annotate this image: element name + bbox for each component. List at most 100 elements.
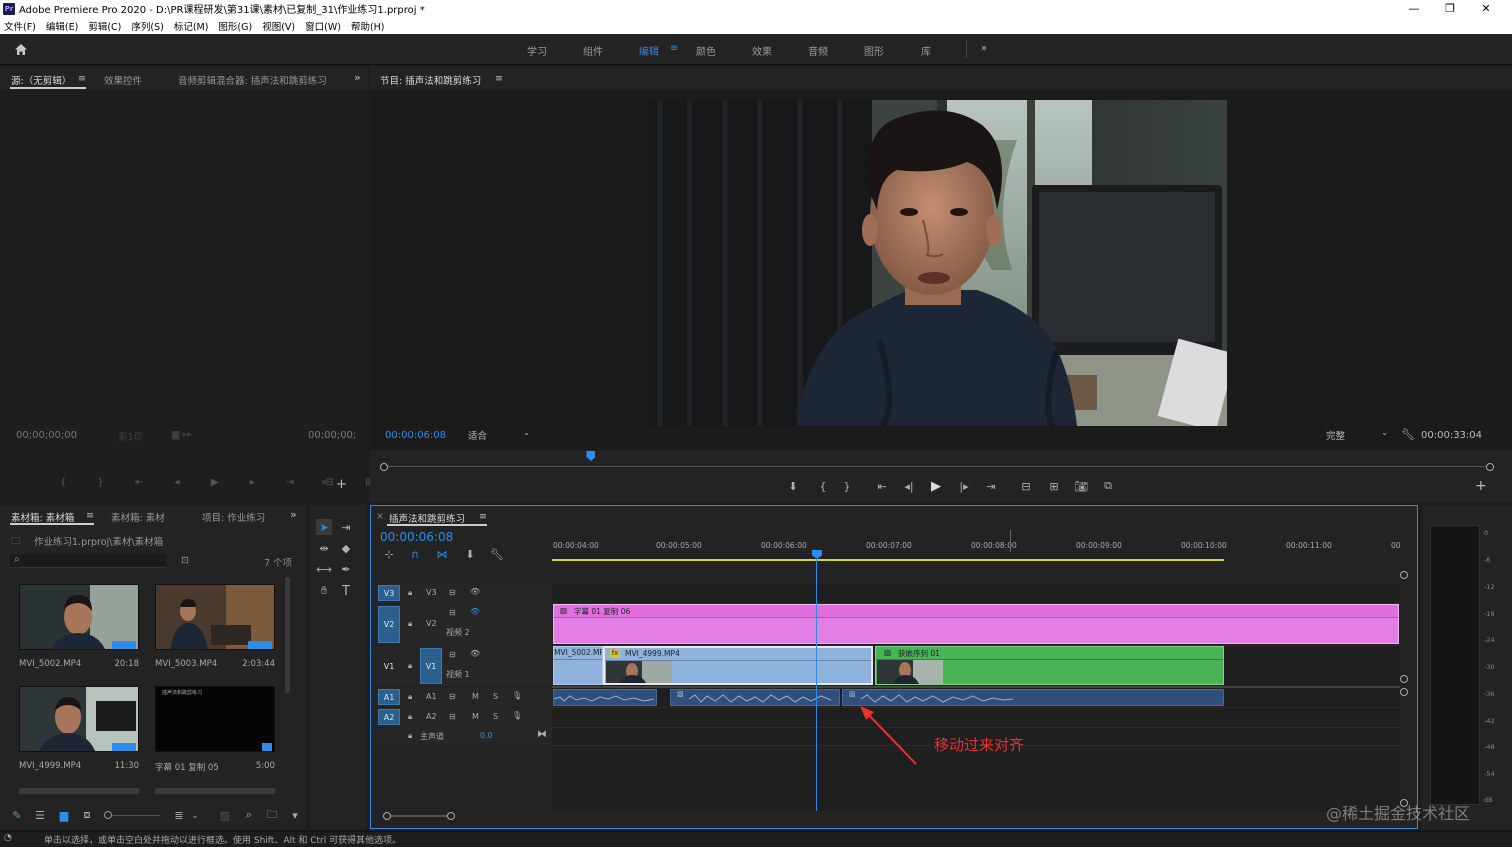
panel-overflow-icon[interactable]: » bbox=[290, 508, 297, 521]
scrub-end-handle[interactable] bbox=[1486, 463, 1494, 471]
menu-help[interactable]: 帮助(H) bbox=[351, 19, 385, 33]
list-view-icon[interactable]: ☰ bbox=[33, 807, 47, 823]
timeline-timecode[interactable]: 00:00:06:08 bbox=[380, 530, 453, 544]
eye-off-icon[interactable]: 👁︎ bbox=[470, 607, 480, 616]
bin-tab-menu-icon[interactable]: ≡ bbox=[86, 510, 94, 521]
linked-selection-icon[interactable]: ⋈ bbox=[435, 546, 449, 562]
hand-tool-icon[interactable]: ✋︎ bbox=[316, 583, 332, 599]
quality-dropdown[interactable]: 完整 ⌄ bbox=[1326, 428, 1390, 442]
pen-tool-icon[interactable]: ✒ bbox=[338, 561, 354, 577]
workspace-effects[interactable]: 效果 bbox=[752, 43, 772, 58]
lock-icon[interactable]: 🔒︎ bbox=[408, 731, 412, 741]
tab-source[interactable]: 源:（无剪辑） bbox=[11, 73, 71, 87]
nest-sequence-icon[interactable]: ⊹ bbox=[382, 546, 396, 562]
clip-mvi-4999[interactable]: fx MVI_4999.MP4 bbox=[603, 646, 873, 685]
mark-out-icon[interactable]: } bbox=[840, 478, 854, 494]
sync-lock-icon[interactable]: ⊟ bbox=[449, 692, 456, 701]
timeline-settings-icon[interactable]: 🔧︎ bbox=[490, 546, 504, 562]
tab-bin-material[interactable]: 素材箱: 素材 bbox=[111, 510, 165, 524]
workspace-color[interactable]: 颜色 bbox=[696, 43, 716, 58]
workspace-learn[interactable]: 学习 bbox=[527, 43, 547, 58]
thumbnail-mvi-5002[interactable] bbox=[19, 584, 139, 650]
menu-view[interactable]: 视图(V) bbox=[262, 19, 295, 33]
project-scrollbar[interactable] bbox=[285, 577, 290, 693]
add-marker-icon[interactable]: ⬇︎ bbox=[786, 478, 800, 494]
solo-button[interactable]: S bbox=[493, 712, 498, 721]
workspace-audio[interactable]: 音频 bbox=[808, 43, 828, 58]
sync-lock-icon[interactable]: ⊟ bbox=[449, 588, 456, 597]
clip-title-06[interactable]: ▨ 字幕 01 复制 06 bbox=[553, 604, 1399, 644]
sync-lock-icon[interactable]: ⊟ bbox=[449, 650, 456, 659]
v1-target-toggle[interactable]: V1 bbox=[420, 648, 442, 684]
workspace-libraries[interactable]: 库 bbox=[921, 43, 931, 58]
audio-clip-mvi-5002[interactable] bbox=[553, 689, 657, 706]
eye-icon[interactable]: 👁︎ bbox=[470, 649, 480, 658]
project-search-input[interactable]: ⌕ bbox=[10, 554, 166, 568]
go-to-end-icon[interactable]: ⧓ bbox=[537, 729, 547, 740]
type-tool-icon[interactable]: T bbox=[338, 583, 354, 599]
menu-markers[interactable]: 标记(M) bbox=[174, 19, 209, 33]
program-tab-menu-icon[interactable]: ≡ bbox=[495, 73, 503, 84]
fit-dropdown[interactable]: 适合 ⌄ bbox=[468, 428, 532, 442]
workspace-editing[interactable]: 编辑 bbox=[639, 43, 659, 58]
tab-sequence[interactable]: 插声法和跳剪练习 bbox=[389, 511, 465, 525]
workspace-assembly[interactable]: 组件 bbox=[583, 43, 603, 58]
track-select-tool-icon[interactable]: ⇥ bbox=[338, 519, 354, 535]
workspace-menu-icon[interactable]: ≡ bbox=[670, 43, 678, 54]
close-tab-icon[interactable]: × bbox=[376, 511, 384, 522]
minimize-icon[interactable]: — bbox=[1396, 0, 1432, 17]
program-add-button-icon[interactable]: + bbox=[1475, 478, 1487, 494]
menu-graphics[interactable]: 图形(G) bbox=[218, 19, 252, 33]
sync-lock-icon[interactable]: ⊟ bbox=[449, 608, 456, 617]
program-scrub-bar[interactable] bbox=[380, 451, 1494, 471]
v3-source-patch[interactable]: V3 bbox=[378, 585, 400, 601]
v2-source-patch[interactable]: V2 bbox=[378, 606, 400, 643]
scrub-start-handle[interactable] bbox=[380, 463, 388, 471]
horizontal-zoom-scrollbar[interactable] bbox=[383, 811, 457, 821]
source-more-icon[interactable]: » bbox=[321, 477, 327, 488]
new-bin-icon[interactable]: 🗀︎ bbox=[265, 807, 279, 823]
source-tab-menu-icon[interactable]: ≡ bbox=[78, 73, 86, 84]
lock-icon[interactable]: 🔒︎ bbox=[408, 661, 412, 671]
snap-icon[interactable]: ∩ bbox=[408, 546, 422, 562]
mute-button[interactable]: M bbox=[472, 692, 479, 701]
lift-icon[interactable]: ⊟ bbox=[1018, 478, 1034, 494]
add-marker-icon[interactable]: ⬇︎ bbox=[463, 546, 477, 562]
menu-file[interactable]: 文件(F) bbox=[4, 19, 36, 33]
v1-source-patch[interactable]: V1 bbox=[378, 648, 400, 684]
workspace-graphics[interactable]: 图形 bbox=[864, 43, 884, 58]
program-timecode[interactable]: 00:00:06:08 bbox=[385, 430, 446, 441]
sort-icon[interactable]: ≣ bbox=[172, 807, 186, 823]
chevron-down-icon[interactable]: ⌄ bbox=[190, 807, 200, 823]
thumbnail-mvi-5003[interactable] bbox=[155, 584, 275, 650]
clip-mvi-5002[interactable]: MVI_5002.MP4 bbox=[553, 646, 603, 685]
wrench-icon[interactable]: 🔧︎ bbox=[1401, 428, 1415, 441]
play-icon[interactable]: ▶ bbox=[929, 478, 943, 494]
thumbnail-title-05[interactable]: 插声法和跳剪练习 bbox=[155, 686, 275, 752]
lock-icon[interactable]: 🔒︎ bbox=[408, 712, 412, 722]
razor-tool-icon[interactable]: ◆ bbox=[338, 540, 354, 556]
ripple-edit-tool-icon[interactable]: ⇹ bbox=[316, 540, 332, 556]
source-add-button-icon[interactable]: + bbox=[336, 477, 347, 492]
export-frame-icon[interactable]: 📷︎ bbox=[1073, 478, 1089, 494]
vertical-zoom-scrollbar[interactable] bbox=[1399, 569, 1409, 809]
zoom-slider-track[interactable] bbox=[112, 815, 160, 816]
find-icon[interactable]: ⌕ bbox=[242, 807, 256, 823]
source-timecode[interactable]: 00;00;00;00 bbox=[16, 430, 77, 441]
extract-icon[interactable]: ⊞ bbox=[1046, 478, 1062, 494]
close-icon[interactable]: ✕ bbox=[1468, 0, 1504, 17]
comparison-view-icon[interactable]: ⧉ bbox=[1100, 478, 1116, 494]
go-to-in-icon[interactable]: ⇤ bbox=[875, 478, 889, 494]
clip-nested-sequence-01[interactable]: ▨ 获嵌序列 01 bbox=[875, 646, 1224, 685]
menu-edit[interactable]: 编辑(E) bbox=[46, 19, 78, 33]
eye-icon[interactable]: 👁︎ bbox=[470, 587, 480, 596]
workspace-overflow-icon[interactable]: » bbox=[981, 43, 987, 54]
audio-clip-mvi-4999[interactable]: ▨ bbox=[670, 689, 840, 706]
selection-tool-icon[interactable]: ➤ bbox=[316, 519, 332, 535]
restore-icon[interactable]: ❐ bbox=[1432, 0, 1468, 17]
work-area-bar[interactable] bbox=[552, 559, 1224, 561]
step-forward-icon[interactable]: |▸ bbox=[957, 478, 971, 494]
menu-window[interactable]: 窗口(W) bbox=[305, 19, 341, 33]
automate-icon[interactable]: ▥ bbox=[218, 807, 232, 823]
tab-program[interactable]: 节目: 插声法和跳剪练习 bbox=[380, 73, 481, 87]
